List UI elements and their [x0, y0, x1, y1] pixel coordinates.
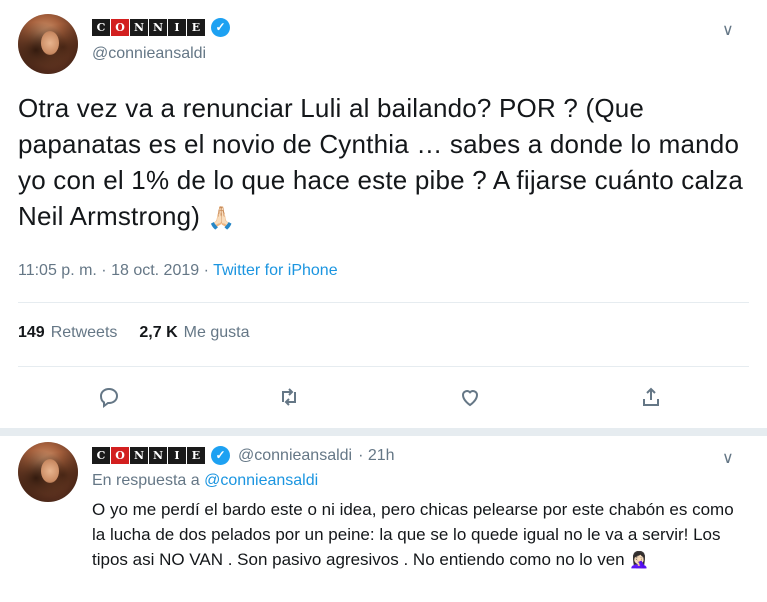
likes-count: 2,7 K: [139, 324, 178, 341]
meta-separator: ·: [96, 262, 112, 279]
retweet-icon[interactable]: [276, 384, 302, 410]
logo-letter: N: [130, 447, 148, 464]
tweet-date[interactable]: 18 oct. 2019: [111, 262, 199, 279]
verified-badge-icon: ✓: [211, 18, 230, 37]
logo-letter: O: [111, 19, 129, 36]
tweet-source-link[interactable]: Twitter for iPhone: [213, 262, 338, 279]
divider: [18, 366, 749, 367]
retweets-count: 149: [18, 324, 45, 341]
share-icon[interactable]: [638, 384, 664, 410]
retweets-stat[interactable]: 149 Retweets: [18, 324, 117, 342]
chevron-down-icon[interactable]: ∨: [722, 448, 734, 468]
tweet-text: Otra vez va a renunciar Luli al bailando…: [18, 90, 748, 236]
logo-letter: N: [130, 19, 148, 36]
logo-letter: E: [187, 19, 205, 36]
connie-logo[interactable]: C O N N I E: [92, 447, 205, 465]
author-name[interactable]: C O N N I E ✓: [92, 18, 230, 37]
logo-letter: N: [149, 447, 167, 464]
reply-icon[interactable]: [96, 384, 122, 410]
tweet-stats: 149 Retweets 2,7 K Me gusta: [18, 324, 249, 342]
praying-hands-emoji: 🙏🏻: [207, 205, 236, 231]
tweet-time[interactable]: 11:05 p. m.: [18, 262, 97, 279]
like-icon[interactable]: [457, 384, 483, 410]
chevron-down-icon[interactable]: ∨: [722, 20, 734, 40]
meta-separator: ·: [199, 262, 214, 279]
logo-letter: C: [92, 19, 110, 36]
section-separator: [0, 428, 767, 436]
reply-header: C O N N I E ✓ @connieansaldi · 21h: [92, 446, 395, 465]
divider: [18, 302, 749, 303]
logo-letter: I: [168, 447, 186, 464]
reply-text: O yo me perdí el bardo este o ni idea, p…: [92, 497, 742, 573]
reply-author-avatar[interactable]: [18, 442, 78, 502]
likes-stat[interactable]: 2,7 K Me gusta: [139, 324, 249, 342]
logo-letter: C: [92, 447, 110, 464]
retweets-label: Retweets: [50, 324, 118, 341]
tweet-body: Otra vez va a renunciar Luli al bailando…: [18, 93, 743, 231]
verified-badge-icon: ✓: [211, 446, 230, 465]
reply-author-handle[interactable]: @connieansaldi: [238, 447, 352, 465]
in-reply-handle-link[interactable]: @connieansaldi: [204, 472, 318, 489]
facepalm-emoji: 🤦🏻‍♀️: [629, 552, 650, 569]
author-handle[interactable]: @connieansaldi: [92, 45, 206, 63]
logo-letter: O: [111, 447, 129, 464]
in-reply-to: En respuesta a @connieansaldi: [92, 472, 318, 490]
likes-label: Me gusta: [183, 324, 250, 341]
logo-letter: E: [187, 447, 205, 464]
tweet-actions: [0, 384, 767, 414]
author-avatar[interactable]: [18, 14, 78, 74]
connie-logo: C O N N I E: [92, 19, 205, 37]
tweet-meta: 11:05 p. m. · 18 oct. 2019 · Twitter for…: [18, 262, 338, 280]
logo-letter: I: [168, 19, 186, 36]
in-reply-prefix: En respuesta a: [92, 472, 205, 489]
logo-letter: N: [149, 19, 167, 36]
reply-time[interactable]: · 21h: [358, 447, 394, 465]
